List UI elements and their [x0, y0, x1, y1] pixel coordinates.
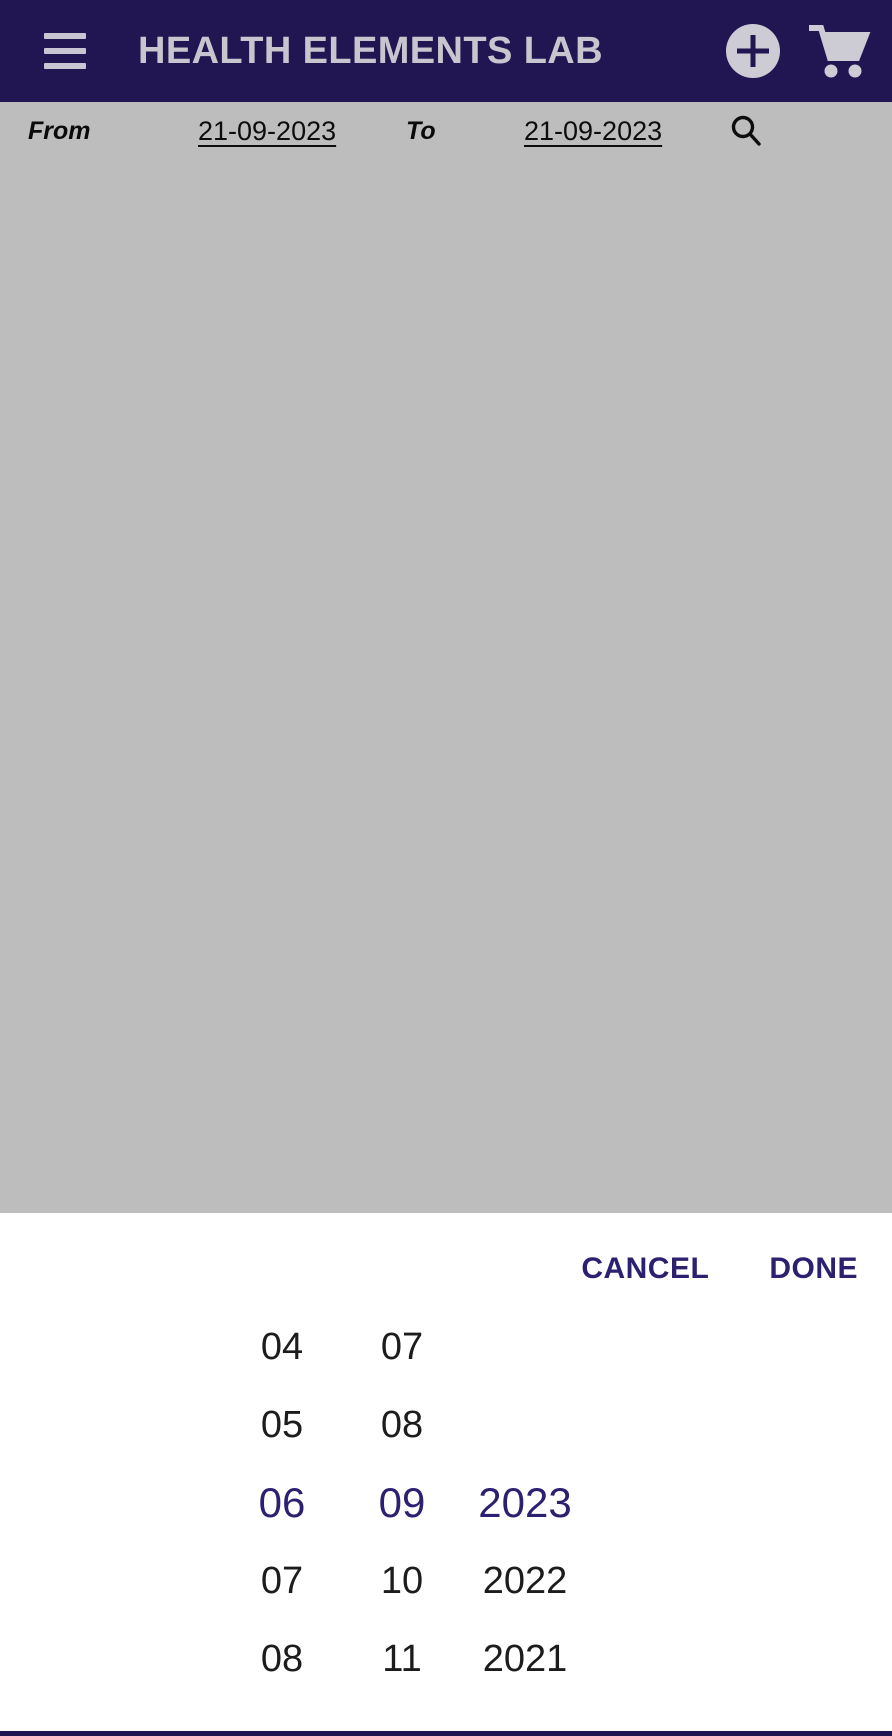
date-filter-bar: From 21-09-2023 To 21-09-2023: [0, 102, 892, 160]
app-title: HEALTH ELEMENTS LAB: [138, 30, 603, 72]
cancel-button[interactable]: CANCEL: [581, 1254, 709, 1284]
day-option-selected[interactable]: 06: [217, 1464, 347, 1542]
day-option[interactable]: 05: [217, 1386, 347, 1464]
year-option[interactable]: [450, 1308, 600, 1386]
day-option[interactable]: 04: [217, 1308, 347, 1386]
date-picker-sheet: CANCEL DONE 04 05 06 07 08 07 08 09 10 1…: [0, 1213, 892, 1736]
menu-bar-1: [44, 33, 86, 39]
year-option[interactable]: 2021: [450, 1620, 600, 1698]
to-date-field[interactable]: 21-09-2023: [524, 117, 702, 145]
date-picker-wheels: 04 05 06 07 08 07 08 09 10 11 2023 2022 …: [0, 1325, 892, 1725]
month-option[interactable]: 07: [337, 1308, 467, 1386]
menu-bar-3: [44, 63, 86, 69]
year-option[interactable]: 2022: [450, 1542, 600, 1620]
from-label: From: [28, 116, 91, 145]
day-option[interactable]: 07: [217, 1542, 347, 1620]
month-option-selected[interactable]: 09: [337, 1464, 467, 1542]
from-date-field[interactable]: 21-09-2023: [198, 117, 376, 145]
to-label: To: [406, 116, 436, 145]
year-option[interactable]: [450, 1386, 600, 1464]
menu-bar-2: [44, 48, 86, 54]
day-picker-column[interactable]: 04 05 06 07 08: [217, 1325, 347, 1725]
month-option[interactable]: 10: [337, 1542, 467, 1620]
month-option[interactable]: 08: [337, 1386, 467, 1464]
content-area: [0, 160, 892, 1213]
app-bar: HEALTH ELEMENTS LAB: [0, 0, 892, 102]
day-option[interactable]: 08: [217, 1620, 347, 1698]
month-option[interactable]: 11: [337, 1620, 467, 1698]
add-circle-icon[interactable]: [722, 20, 784, 82]
year-picker-column[interactable]: 2023 2022 2021: [450, 1325, 600, 1725]
shopping-cart-icon[interactable]: [800, 14, 874, 88]
month-picker-column[interactable]: 07 08 09 10 11: [337, 1325, 467, 1725]
hamburger-menu-icon[interactable]: [34, 20, 96, 82]
done-button[interactable]: DONE: [769, 1254, 858, 1284]
year-option-selected[interactable]: 2023: [450, 1464, 600, 1542]
search-icon[interactable]: [720, 105, 772, 157]
